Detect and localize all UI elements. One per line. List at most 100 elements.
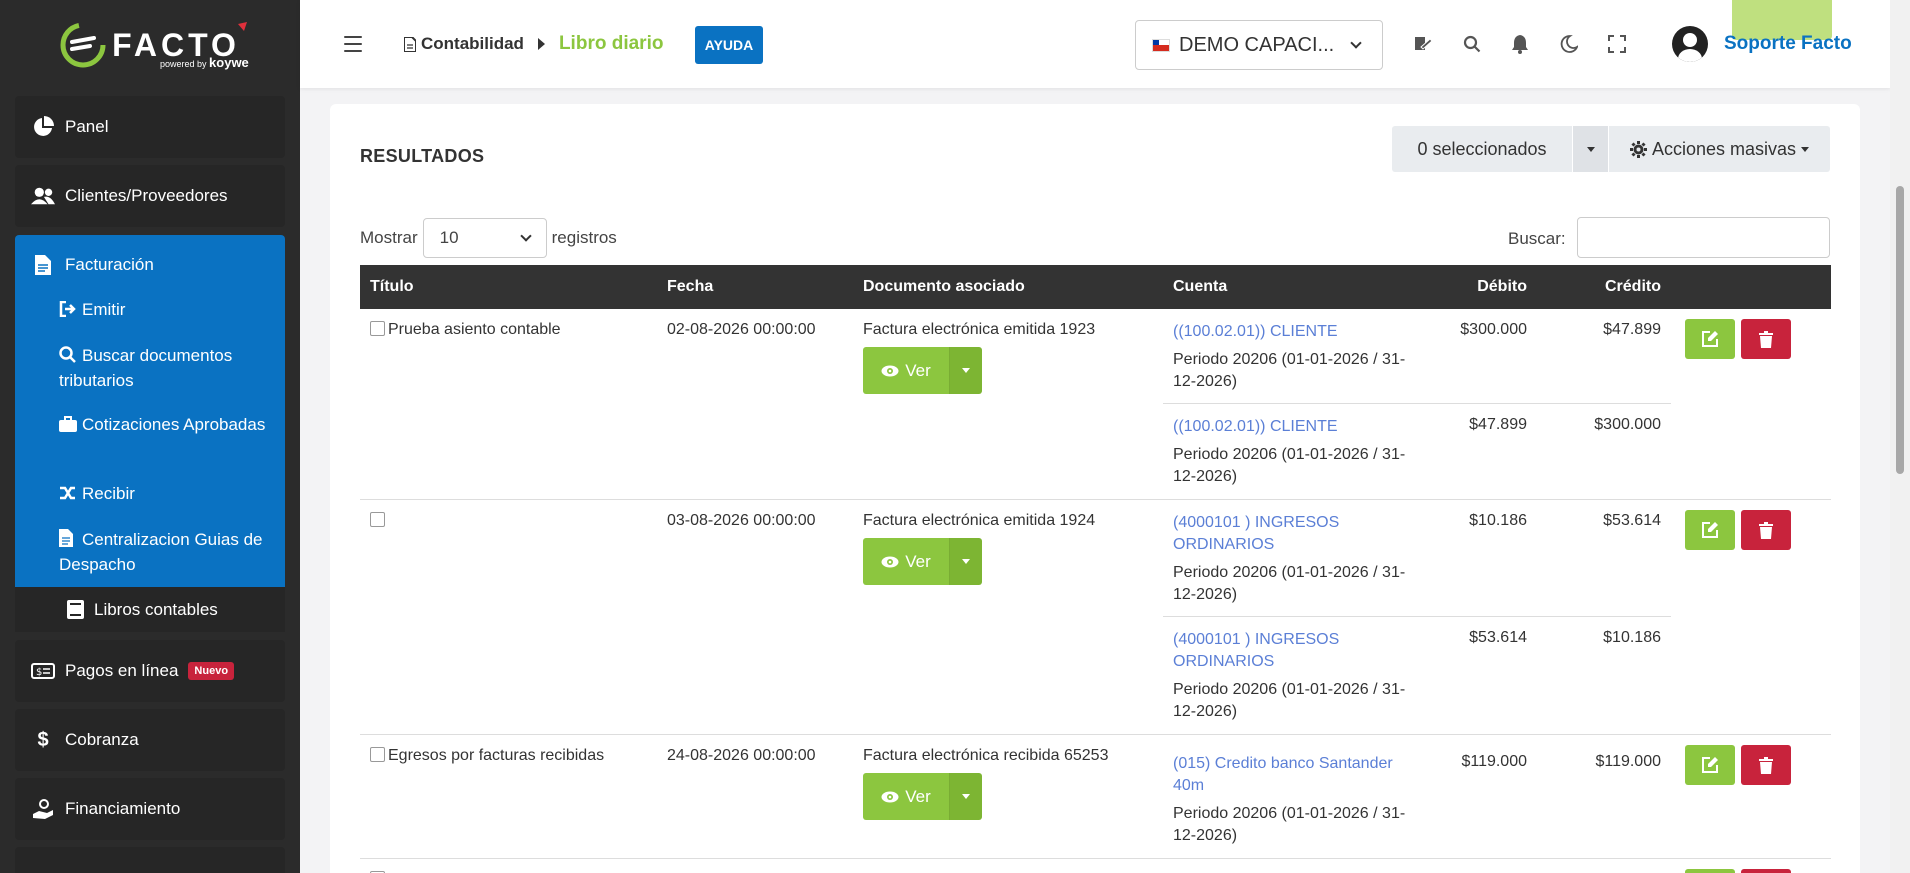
cell-titulo: Egresos por facturas recibidas — [360, 734, 657, 859]
page-length-select[interactable]: 10 — [422, 218, 547, 258]
delete-button[interactable] — [1741, 745, 1791, 785]
caret-down-icon — [962, 559, 970, 564]
cell-fecha: 03-08-2026 00:00:00 — [657, 499, 853, 735]
sidebar-item-financiamiento[interactable]: Financiamiento — [15, 778, 285, 840]
search-input[interactable] — [1577, 217, 1830, 258]
edit-button[interactable] — [1685, 319, 1735, 359]
sidebar-item-recibir[interactable]: Recibir — [59, 482, 269, 507]
search-icon[interactable] — [1462, 34, 1482, 54]
edit-button[interactable] — [1685, 510, 1735, 550]
hand-holding-dollar-icon — [31, 797, 55, 821]
cell-credito: $119.000 — [1537, 734, 1671, 859]
table-row: Egresos por facturas recibidas 24-08-202… — [360, 734, 1831, 859]
trash-icon — [1759, 756, 1773, 774]
cell-cuenta: ((100.02.01)) CLIENTE Periodo 20206 (01-… — [1163, 403, 1431, 500]
delete-button[interactable] — [1741, 869, 1791, 873]
account-link[interactable]: (4000101 ) INGRESOS ORDINARIOS — [1173, 629, 1421, 673]
sidebar-item-centralizacion[interactable]: Centralizacion Guias de Despacho — [59, 528, 269, 576]
help-button[interactable]: AYUDA — [695, 26, 763, 64]
search-icon — [59, 346, 79, 369]
view-dropdown-toggle[interactable] — [949, 773, 982, 820]
column-header-cuenta[interactable]: Cuenta — [1163, 265, 1431, 309]
bulk-actions-label: Acciones masivas — [1651, 138, 1797, 159]
entry-title: Prueba asiento contable — [388, 321, 561, 338]
eye-icon — [881, 556, 899, 567]
row-checkbox[interactable] — [370, 747, 385, 762]
caret-down-icon — [1586, 146, 1595, 152]
row-checkbox[interactable] — [370, 321, 385, 336]
cell-credito: $300.000 — [1537, 403, 1671, 500]
view-dropdown-toggle[interactable] — [949, 538, 982, 585]
view-dropdown-toggle[interactable] — [949, 347, 982, 394]
cell-titulo: Prueba asiento contable — [360, 309, 657, 500]
sidebar-item-cobranza[interactable]: $ Cobranza — [15, 709, 285, 771]
trash-icon — [1759, 521, 1773, 539]
facto-logo-icon — [60, 22, 106, 68]
view-document-button[interactable]: Ver — [863, 347, 982, 394]
hamburger-icon[interactable] — [344, 36, 362, 57]
page-length-control: Mostrar 10 registros — [360, 218, 617, 258]
sidebar-item-emitir[interactable]: Emitir — [59, 298, 269, 323]
column-header-credito[interactable]: Crédito — [1537, 265, 1671, 309]
breadcrumb-section[interactable]: Contabilidad — [421, 34, 524, 54]
entry-title: Egresos por facturas recibidas — [388, 747, 605, 764]
scrollbar-thumb[interactable] — [1896, 186, 1904, 474]
sidebar-group-facturacion: Facturación Emitir Buscar documentos tri… — [15, 235, 285, 587]
sidebar-item-facturacion[interactable]: Facturación — [15, 235, 285, 295]
user-name[interactable]: Soporte Facto — [1724, 33, 1852, 55]
row-checkbox[interactable] — [370, 512, 385, 527]
bell-icon[interactable] — [1510, 34, 1530, 54]
column-header-documento[interactable]: Documento asociado — [853, 265, 1163, 309]
view-document-button[interactable]: Ver — [863, 773, 982, 820]
sidebar-item-libros[interactable]: Libros contables — [15, 587, 285, 632]
chevron-down-icon — [1350, 37, 1362, 49]
delete-button[interactable] — [1741, 510, 1791, 550]
column-header-debito[interactable]: Débito — [1431, 265, 1537, 309]
sidebar-item-label: Panel — [65, 117, 109, 136]
cell-credito: $53.614 — [1603, 512, 1661, 529]
company-name: DEMO CAPACI... — [1179, 33, 1335, 56]
sidebar-item-cotizaciones[interactable]: Cotizaciones Aprobadas — [59, 413, 269, 438]
account-link[interactable]: (015) Credito banco Santander 40m — [1173, 753, 1421, 797]
sidebar-item-clientes[interactable]: Clientes/Proveedores — [15, 165, 285, 227]
column-header-fecha[interactable]: Fecha — [657, 265, 853, 309]
cell-debito — [1431, 859, 1537, 873]
caret-right-icon — [537, 38, 545, 50]
bulk-actions-button[interactable]: Acciones masivas — [1608, 126, 1830, 172]
shuffle-icon — [59, 484, 79, 507]
sidebar-item-panel[interactable]: Panel — [15, 96, 285, 158]
account-link[interactable]: ((100.02.01)) CLIENTE — [1173, 321, 1421, 343]
company-selector[interactable]: DEMO CAPACI... — [1135, 20, 1383, 70]
briefcase-icon — [59, 415, 79, 438]
account-link[interactable]: ((100.02.01)) CLIENTE — [1173, 416, 1421, 438]
table-row — [360, 859, 1831, 873]
logo[interactable]: FACTO powered by koywe — [0, 0, 300, 90]
avatar[interactable] — [1672, 26, 1708, 62]
account-link[interactable]: (4000101 ) INGRESOS ORDINARIOS — [1173, 512, 1421, 556]
sidebar-item-buscar[interactable]: Buscar documentos tributarios — [59, 344, 269, 392]
logo-powered-text: powered by — [160, 59, 207, 69]
sidebar-item-pagos[interactable]: $ Pagos en línea Nuevo — [15, 640, 285, 702]
sidebar-item-label: Emitir — [82, 300, 126, 319]
signature-icon[interactable] — [1413, 34, 1433, 54]
page-scrollbar[interactable] — [1890, 0, 1910, 873]
sidebar-item-more[interactable] — [15, 847, 285, 873]
delete-button[interactable] — [1741, 319, 1791, 359]
edit-button[interactable] — [1685, 869, 1735, 873]
moon-icon[interactable] — [1559, 34, 1579, 54]
cell-titulo — [360, 859, 657, 873]
selection-dropdown-toggle[interactable] — [1572, 126, 1608, 172]
sidebar: FACTO powered by koywe Panel Clientes/Pr… — [0, 0, 300, 873]
cell-debito: $119.000 — [1431, 734, 1537, 859]
records-label: registros — [551, 228, 617, 247]
view-document-button[interactable]: Ver — [863, 538, 982, 585]
view-label: Ver — [905, 786, 931, 806]
caret-down-icon — [962, 794, 970, 799]
column-header-titulo[interactable]: Título — [360, 265, 657, 309]
cell-credito: $47.899 — [1603, 321, 1661, 338]
edit-button[interactable] — [1685, 745, 1735, 785]
cell-cuenta: (015) Credito banco Santander 40m Period… — [1163, 734, 1431, 859]
fullscreen-icon[interactable] — [1607, 34, 1627, 54]
selected-count-button[interactable]: 0 seleccionados — [1392, 126, 1572, 172]
sidebar-item-label: Cobranza — [65, 730, 139, 749]
